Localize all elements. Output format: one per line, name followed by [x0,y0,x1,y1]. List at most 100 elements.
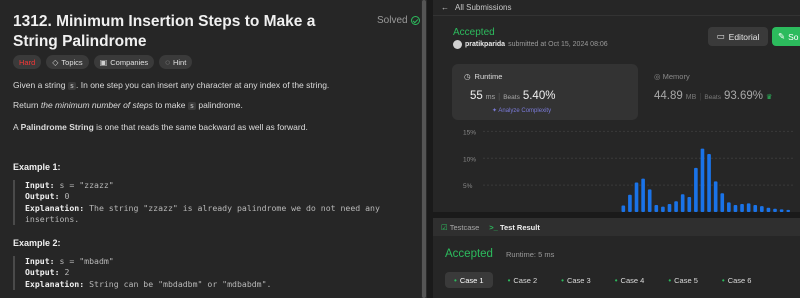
case-tab-5[interactable]: • Case 5 [659,272,707,288]
difficulty-badge: Hard [13,55,42,69]
book-icon: ▭ [716,31,725,41]
chart-bar[interactable] [694,167,698,212]
runtime-beats: 5.40% [522,90,556,102]
example-2-block: Input: s = "mbadm" Output: 2 Explanation… [13,256,271,290]
example-line: Explanation: The string "zzazz" is alrea… [25,202,380,213]
chart-bar[interactable] [746,203,751,212]
case-tab-3[interactable]: • Case 3 [552,272,600,288]
example-line: Output: 0 [25,191,70,202]
chart-bar[interactable] [727,202,731,212]
submission-topbar: ← All Submissions [433,0,800,16]
chart-ytick-label: 15% [463,129,476,136]
edit-icon: ✎ [778,31,786,41]
example-line: Explanation: String can be "mbdadbm" or … [25,278,272,289]
chart-bar[interactable] [779,209,784,212]
memory-icon: ◎ [654,72,661,81]
username[interactable]: pratikparida [465,41,505,48]
pass-dot-icon: • [507,275,511,285]
left-scrollbar[interactable] [421,0,427,298]
chart-bar[interactable] [661,206,665,212]
terminal-icon: >_ [489,222,498,232]
case-tab-1[interactable]: • Case 1 [445,272,493,288]
chart-bar[interactable] [740,203,744,212]
tab-test-result[interactable]: >_ Test Result [489,223,540,232]
example-line: Input: s = "mbadm" [25,256,114,266]
chart-bar[interactable] [733,205,738,212]
chart-bar[interactable] [760,206,764,212]
chart-bar[interactable] [621,205,626,212]
chart-bar[interactable] [628,194,632,212]
memory-beats: 93.69% [723,90,763,102]
lightbulb-icon: ◌ [165,57,170,67]
runtime-card[interactable]: ◷ Runtime 55 ms | Beats 5.40% ✦ Analyze … [452,64,638,120]
chart-ytick-label: 10% [463,156,476,163]
avatar[interactable] [453,40,462,49]
runtime-value: 55 [470,90,483,102]
companies-button[interactable]: ▣ Companies [93,55,155,69]
chart-bar[interactable] [753,205,758,212]
topics-button[interactable]: ◇ Topics [46,55,89,69]
submission-meta: pratikparida submitted at Oct 15, 2024 0… [453,40,608,49]
tag-icon: ◇ [52,57,59,67]
chart-bar[interactable] [720,193,725,212]
runtime-value-row: 55 ms | Beats 5.40% [470,90,555,102]
example-line: insertions. [25,213,80,224]
example-1-title: Example 1: [13,162,61,172]
back-arrow-icon[interactable]: ← [441,3,449,12]
submitted-time: submitted at Oct 15, 2024 08:06 [508,41,608,48]
hint-button[interactable]: ◌ Hint [159,55,193,69]
chart-bar[interactable] [687,196,692,212]
solution-button[interactable]: ✎ So [772,27,800,46]
case-tab-2[interactable]: • Case 2 [499,272,547,288]
chart-ytick-label: 5% [463,183,473,190]
chart-bar[interactable] [674,201,678,212]
pass-dot-icon: • [614,275,618,285]
separator: | [498,92,501,101]
memory-unit: MB [685,94,697,101]
laurel-icon: ♛ [766,94,773,101]
chart-bar[interactable] [786,209,791,212]
solved-status: Solved [377,15,420,26]
check-circle-icon [410,16,420,25]
example-line: Input: s = "zzazz" [25,180,114,190]
memory-value: 44.89 [654,90,683,102]
chart-bar[interactable] [700,148,705,212]
result-tabbar: ☑ Testcase >_ Test Result [433,218,800,236]
pass-dot-icon: • [454,275,457,285]
chart-bar[interactable] [641,178,645,212]
solved-label: Solved [377,15,408,26]
case-tabs: • Case 1 • Case 2 • Case 3 • Case 4 • Case 5 … [445,272,760,288]
chart-bar[interactable] [773,208,777,212]
chart-bar[interactable] [766,207,771,212]
submission-status: Accepted [453,27,495,38]
description-paragraph-1: Given a string s. In one step you can in… [13,80,330,90]
test-result-panel: ☑ Testcase >_ Test Result Accepted Runti… [433,218,800,298]
chart-bar[interactable] [707,153,711,212]
checkbox-icon: ☑ [441,222,448,232]
submission-panel: ← All Submissions Accepted pratikparida … [433,0,800,212]
chart-bar[interactable] [713,181,718,212]
pass-dot-icon: • [668,275,672,285]
case-tab-4[interactable]: • Case 4 [606,272,654,288]
beats-label: Beats [704,94,721,101]
test-runtime: Runtime: 5 ms [506,250,555,259]
chart-bar[interactable] [654,205,659,212]
chart-bar[interactable] [667,203,672,212]
scrollbar-thumb[interactable] [422,0,426,298]
case-tab-6[interactable]: • Case 6 [713,272,761,288]
separator: | [699,92,702,101]
chart-bar[interactable] [647,189,652,212]
chart-bar[interactable] [634,182,639,212]
chart-bar[interactable] [680,194,685,212]
pass-dot-icon: • [721,275,725,285]
problem-panel: 1312. Minimum Insertion Steps to Make a … [0,0,427,298]
runtime-distribution-chart[interactable]: 15% 10% 5% [455,126,795,212]
pass-dot-icon: • [561,275,564,285]
analyze-complexity-link[interactable]: ✦ Analyze Complexity [492,107,551,114]
example-line: Output: 2 [25,267,70,278]
tab-testcase[interactable]: ☑ Testcase [441,223,479,232]
example-1-block: Input: s = "zzazz" Output: 0 Explanation… [13,180,380,226]
all-submissions-link[interactable]: All Submissions [455,3,511,12]
editorial-button[interactable]: ▭ Editorial [708,27,768,46]
beats-label: Beats [503,94,520,101]
